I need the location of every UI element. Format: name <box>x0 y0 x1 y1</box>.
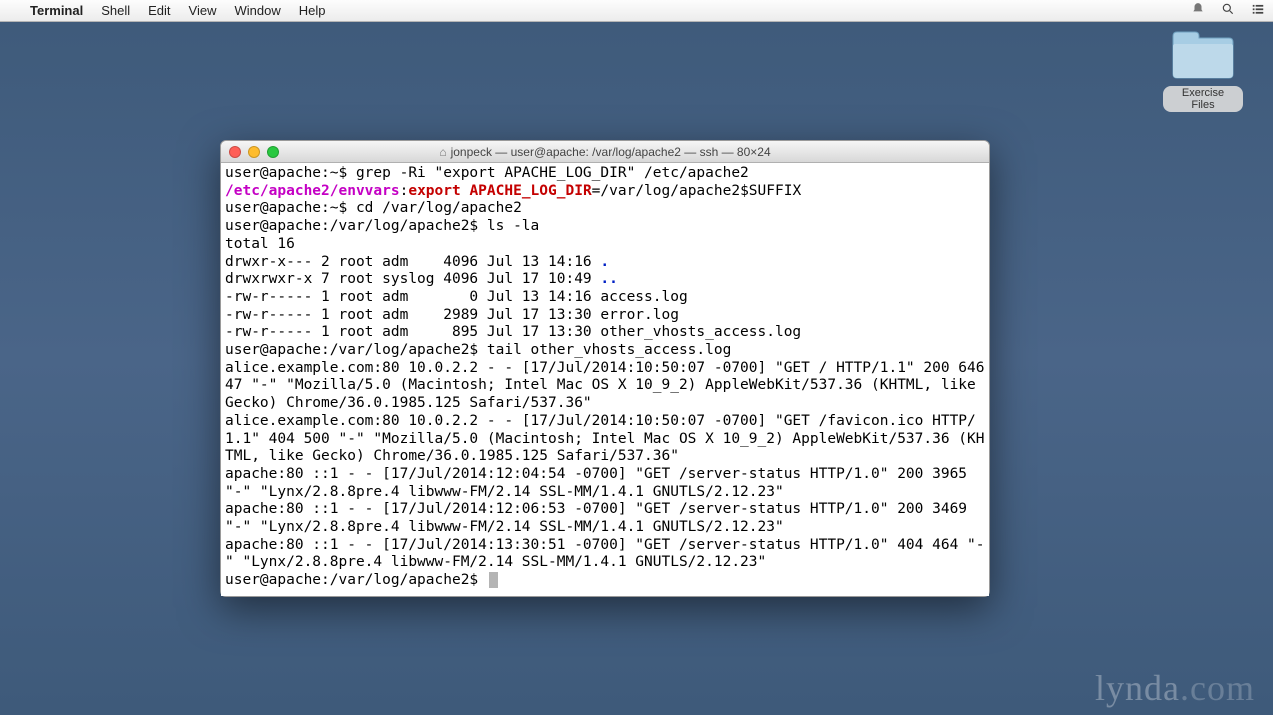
desktop-folder-label: Exercise Files <box>1163 86 1243 112</box>
terminal-line: drwxrwxr-x 7 root syslog 4096 Jul 17 10:… <box>225 271 985 289</box>
zoom-button[interactable] <box>267 146 279 158</box>
terminal-line: user@apache:~$ cd /var/log/apache2 <box>225 200 985 218</box>
menu-view[interactable]: View <box>189 3 217 18</box>
home-icon: ⌂ <box>439 145 446 159</box>
terminal-output[interactable]: user@apache:~$ grep -Ri "export APACHE_L… <box>221 163 989 596</box>
terminal-line: user@apache:/var/log/apache2$ tail other… <box>225 342 985 360</box>
terminal-line: -rw-r----- 1 root adm 895 Jul 17 13:30 o… <box>225 324 985 342</box>
terminal-line: -rw-r----- 1 root adm 2989 Jul 17 13:30 … <box>225 307 985 325</box>
terminal-line: total 16 <box>225 236 985 254</box>
terminal-line: apache:80 ::1 - - [17/Jul/2014:12:06:53 … <box>225 501 985 536</box>
menu-help[interactable]: Help <box>299 3 326 18</box>
window-titlebar[interactable]: ⌂ jonpeck — user@apache: /var/log/apache2… <box>221 141 989 163</box>
menu-edit[interactable]: Edit <box>148 3 170 18</box>
watermark: lynda.com <box>1095 667 1255 709</box>
terminal-line: user@apache:/var/log/apache2$ <box>225 572 985 590</box>
terminal-line: user@apache:~$ grep -Ri "export APACHE_L… <box>225 165 985 183</box>
menu-window[interactable]: Window <box>235 3 281 18</box>
menubar-left: Terminal Shell Edit View Window Help <box>8 3 326 18</box>
window-title: ⌂ jonpeck — user@apache: /var/log/apache2… <box>221 145 989 159</box>
watermark-suffix: .com <box>1180 668 1255 708</box>
menu-extras-icon[interactable] <box>1251 2 1265 19</box>
terminal-line: apache:80 ::1 - - [17/Jul/2014:13:30:51 … <box>225 537 985 572</box>
terminal-line: drwxr-x--- 2 root adm 4096 Jul 13 14:16 … <box>225 254 985 272</box>
terminal-line: user@apache:/var/log/apache2$ ls -la <box>225 218 985 236</box>
close-button[interactable] <box>229 146 241 158</box>
watermark-brand: lynda <box>1095 668 1180 708</box>
folder-icon <box>1171 30 1235 82</box>
cursor <box>489 572 498 588</box>
terminal-line: apache:80 ::1 - - [17/Jul/2014:12:04:54 … <box>225 466 985 501</box>
app-menu[interactable]: Terminal <box>30 3 83 18</box>
menu-shell[interactable]: Shell <box>101 3 130 18</box>
notification-center-icon[interactable] <box>1191 2 1205 19</box>
terminal-line: alice.example.com:80 10.0.2.2 - - [17/Ju… <box>225 413 985 466</box>
terminal-line: alice.example.com:80 10.0.2.2 - - [17/Ju… <box>225 360 985 413</box>
window-title-text: jonpeck — user@apache: /var/log/apache2 … <box>451 145 771 159</box>
spotlight-icon[interactable] <box>1221 2 1235 19</box>
menubar-right <box>1191 2 1265 19</box>
menubar: Terminal Shell Edit View Window Help <box>0 0 1273 22</box>
terminal-window: ⌂ jonpeck — user@apache: /var/log/apache2… <box>220 140 990 597</box>
traffic-lights <box>221 146 279 158</box>
desktop-folder-exercise-files[interactable]: Exercise Files <box>1163 30 1243 112</box>
terminal-line: -rw-r----- 1 root adm 0 Jul 13 14:16 acc… <box>225 289 985 307</box>
minimize-button[interactable] <box>248 146 260 158</box>
terminal-line: /etc/apache2/envvars:export APACHE_LOG_D… <box>225 183 985 201</box>
